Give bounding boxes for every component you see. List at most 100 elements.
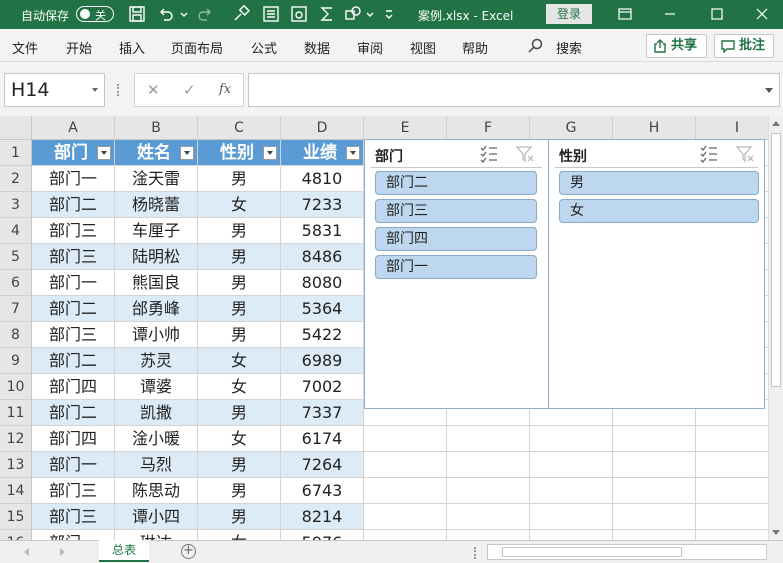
clear-filter-icon[interactable] xyxy=(735,144,755,164)
table-header-cell[interactable]: 部门 xyxy=(32,140,115,166)
table-cell[interactable]: 8486 xyxy=(281,244,364,270)
slicer-item[interactable]: 部门一 xyxy=(375,255,537,279)
ribbon-display-icon[interactable] xyxy=(617,6,633,22)
cancel-icon[interactable]: ✕ xyxy=(147,81,160,99)
empty-cell[interactable] xyxy=(364,478,447,504)
empty-cell[interactable] xyxy=(696,478,768,504)
table-cell[interactable]: 部门一 xyxy=(32,452,115,478)
row-header-15[interactable]: 15 xyxy=(0,504,32,530)
maximize-icon[interactable] xyxy=(709,6,725,22)
tab-data[interactable]: 数据 xyxy=(304,38,330,57)
row-header-7[interactable]: 7 xyxy=(0,296,32,322)
table-cell[interactable]: 8214 xyxy=(281,504,364,530)
empty-cell[interactable] xyxy=(530,478,613,504)
table-cell[interactable]: 部门一 xyxy=(32,270,115,296)
table-cell[interactable]: 女 xyxy=(198,426,281,452)
table-cell[interactable]: 琳达 xyxy=(115,530,198,540)
chevron-down-icon[interactable] xyxy=(92,88,98,92)
camera-icon[interactable] xyxy=(290,5,308,23)
table-cell[interactable]: 部门三 xyxy=(32,478,115,504)
table-cell[interactable]: 男 xyxy=(198,166,281,192)
table-cell[interactable]: 男 xyxy=(198,322,281,348)
row-header-1[interactable]: 1 xyxy=(0,140,32,166)
formula-bar-grip[interactable] xyxy=(117,84,119,96)
empty-cell[interactable] xyxy=(364,426,447,452)
table-cell[interactable]: 女 xyxy=(198,530,281,540)
table-cell[interactable]: 男 xyxy=(198,296,281,322)
tab-page-layout[interactable]: 页面布局 xyxy=(171,38,223,57)
table-cell[interactable]: 陆明松 xyxy=(115,244,198,270)
redo-icon[interactable] xyxy=(196,5,214,23)
column-header-f[interactable]: F xyxy=(447,116,530,140)
table-cell[interactable]: 部门四 xyxy=(32,426,115,452)
table-cell[interactable]: 部门一 xyxy=(32,166,115,192)
table-cell[interactable]: 男 xyxy=(198,244,281,270)
filter-dropdown-icon[interactable] xyxy=(180,146,194,160)
tab-split-grip[interactable] xyxy=(474,547,476,559)
row-header-4[interactable]: 4 xyxy=(0,218,32,244)
empty-cell[interactable] xyxy=(530,426,613,452)
search-icon[interactable] xyxy=(528,38,543,53)
tab-review[interactable]: 审阅 xyxy=(357,38,383,57)
column-header-g[interactable]: G xyxy=(530,116,613,140)
add-sheet-icon[interactable]: + xyxy=(181,544,196,559)
form-icon[interactable] xyxy=(262,5,280,23)
table-cell[interactable]: 6989 xyxy=(281,348,364,374)
shapes-icon[interactable] xyxy=(344,5,362,23)
tab-file[interactable]: 文件 xyxy=(12,38,38,57)
table-cell[interactable]: 谭小帅 xyxy=(115,322,198,348)
table-cell[interactable]: 4810 xyxy=(281,166,364,192)
column-header-e[interactable]: E xyxy=(364,116,447,140)
table-cell[interactable]: 部门四 xyxy=(32,374,115,400)
formula-input[interactable] xyxy=(248,73,780,107)
empty-cell[interactable] xyxy=(613,452,696,478)
table-cell[interactable]: 5831 xyxy=(281,218,364,244)
slicer-department[interactable]: 部门 部门二 部门三 部门四 部门一 xyxy=(364,139,549,409)
empty-cell[interactable] xyxy=(696,426,768,452)
table-cell[interactable]: 7264 xyxy=(281,452,364,478)
empty-cell[interactable] xyxy=(613,504,696,530)
table-cell[interactable]: 7002 xyxy=(281,374,364,400)
empty-cell[interactable] xyxy=(447,426,530,452)
table-cell[interactable]: 男 xyxy=(198,400,281,426)
format-painter-icon[interactable] xyxy=(232,5,250,23)
enter-icon[interactable]: ✓ xyxy=(183,81,196,99)
row-header-3[interactable]: 3 xyxy=(0,192,32,218)
column-header-d[interactable]: D xyxy=(281,116,364,140)
table-cell[interactable]: 男 xyxy=(198,478,281,504)
slicer-item[interactable]: 部门二 xyxy=(375,171,537,195)
comments-button[interactable]: 批注 xyxy=(714,34,774,58)
filter-dropdown-icon[interactable] xyxy=(97,146,111,160)
table-cell[interactable]: 部门三 xyxy=(32,504,115,530)
table-cell[interactable]: 7337 xyxy=(281,400,364,426)
search-label[interactable]: 搜索 xyxy=(556,38,582,57)
filter-dropdown-icon[interactable] xyxy=(346,146,360,160)
empty-cell[interactable] xyxy=(364,530,447,540)
table-cell[interactable]: 部门二 xyxy=(32,348,115,374)
table-cell[interactable]: 部门三 xyxy=(32,218,115,244)
name-box[interactable]: H14 xyxy=(4,73,105,107)
column-header-a[interactable]: A xyxy=(32,116,115,140)
table-cell[interactable]: 凯撒 xyxy=(115,400,198,426)
next-sheet-icon[interactable] xyxy=(60,548,65,556)
table-cell[interactable]: 部门三 xyxy=(32,244,115,270)
minimize-icon[interactable] xyxy=(662,6,678,22)
row-header-11[interactable]: 11 xyxy=(0,400,32,426)
table-cell[interactable]: 熊国良 xyxy=(115,270,198,296)
filter-dropdown-icon[interactable] xyxy=(263,146,277,160)
empty-cell[interactable] xyxy=(447,504,530,530)
table-cell[interactable]: 5422 xyxy=(281,322,364,348)
table-cell[interactable]: 淦天雷 xyxy=(115,166,198,192)
table-cell[interactable]: 7233 xyxy=(281,192,364,218)
empty-cell[interactable] xyxy=(447,530,530,540)
table-cell[interactable]: 部门二 xyxy=(32,400,115,426)
empty-cell[interactable] xyxy=(447,478,530,504)
row-header-12[interactable]: 12 xyxy=(0,426,32,452)
table-cell[interactable]: 淦小暖 xyxy=(115,426,198,452)
row-header-16[interactable]: 16 xyxy=(0,530,32,540)
empty-cell[interactable] xyxy=(364,452,447,478)
expand-formula-icon[interactable] xyxy=(765,88,773,93)
empty-cell[interactable] xyxy=(613,530,696,540)
autosave-toggle[interactable]: 关 xyxy=(76,6,114,22)
slicer-item[interactable]: 女 xyxy=(559,199,759,223)
